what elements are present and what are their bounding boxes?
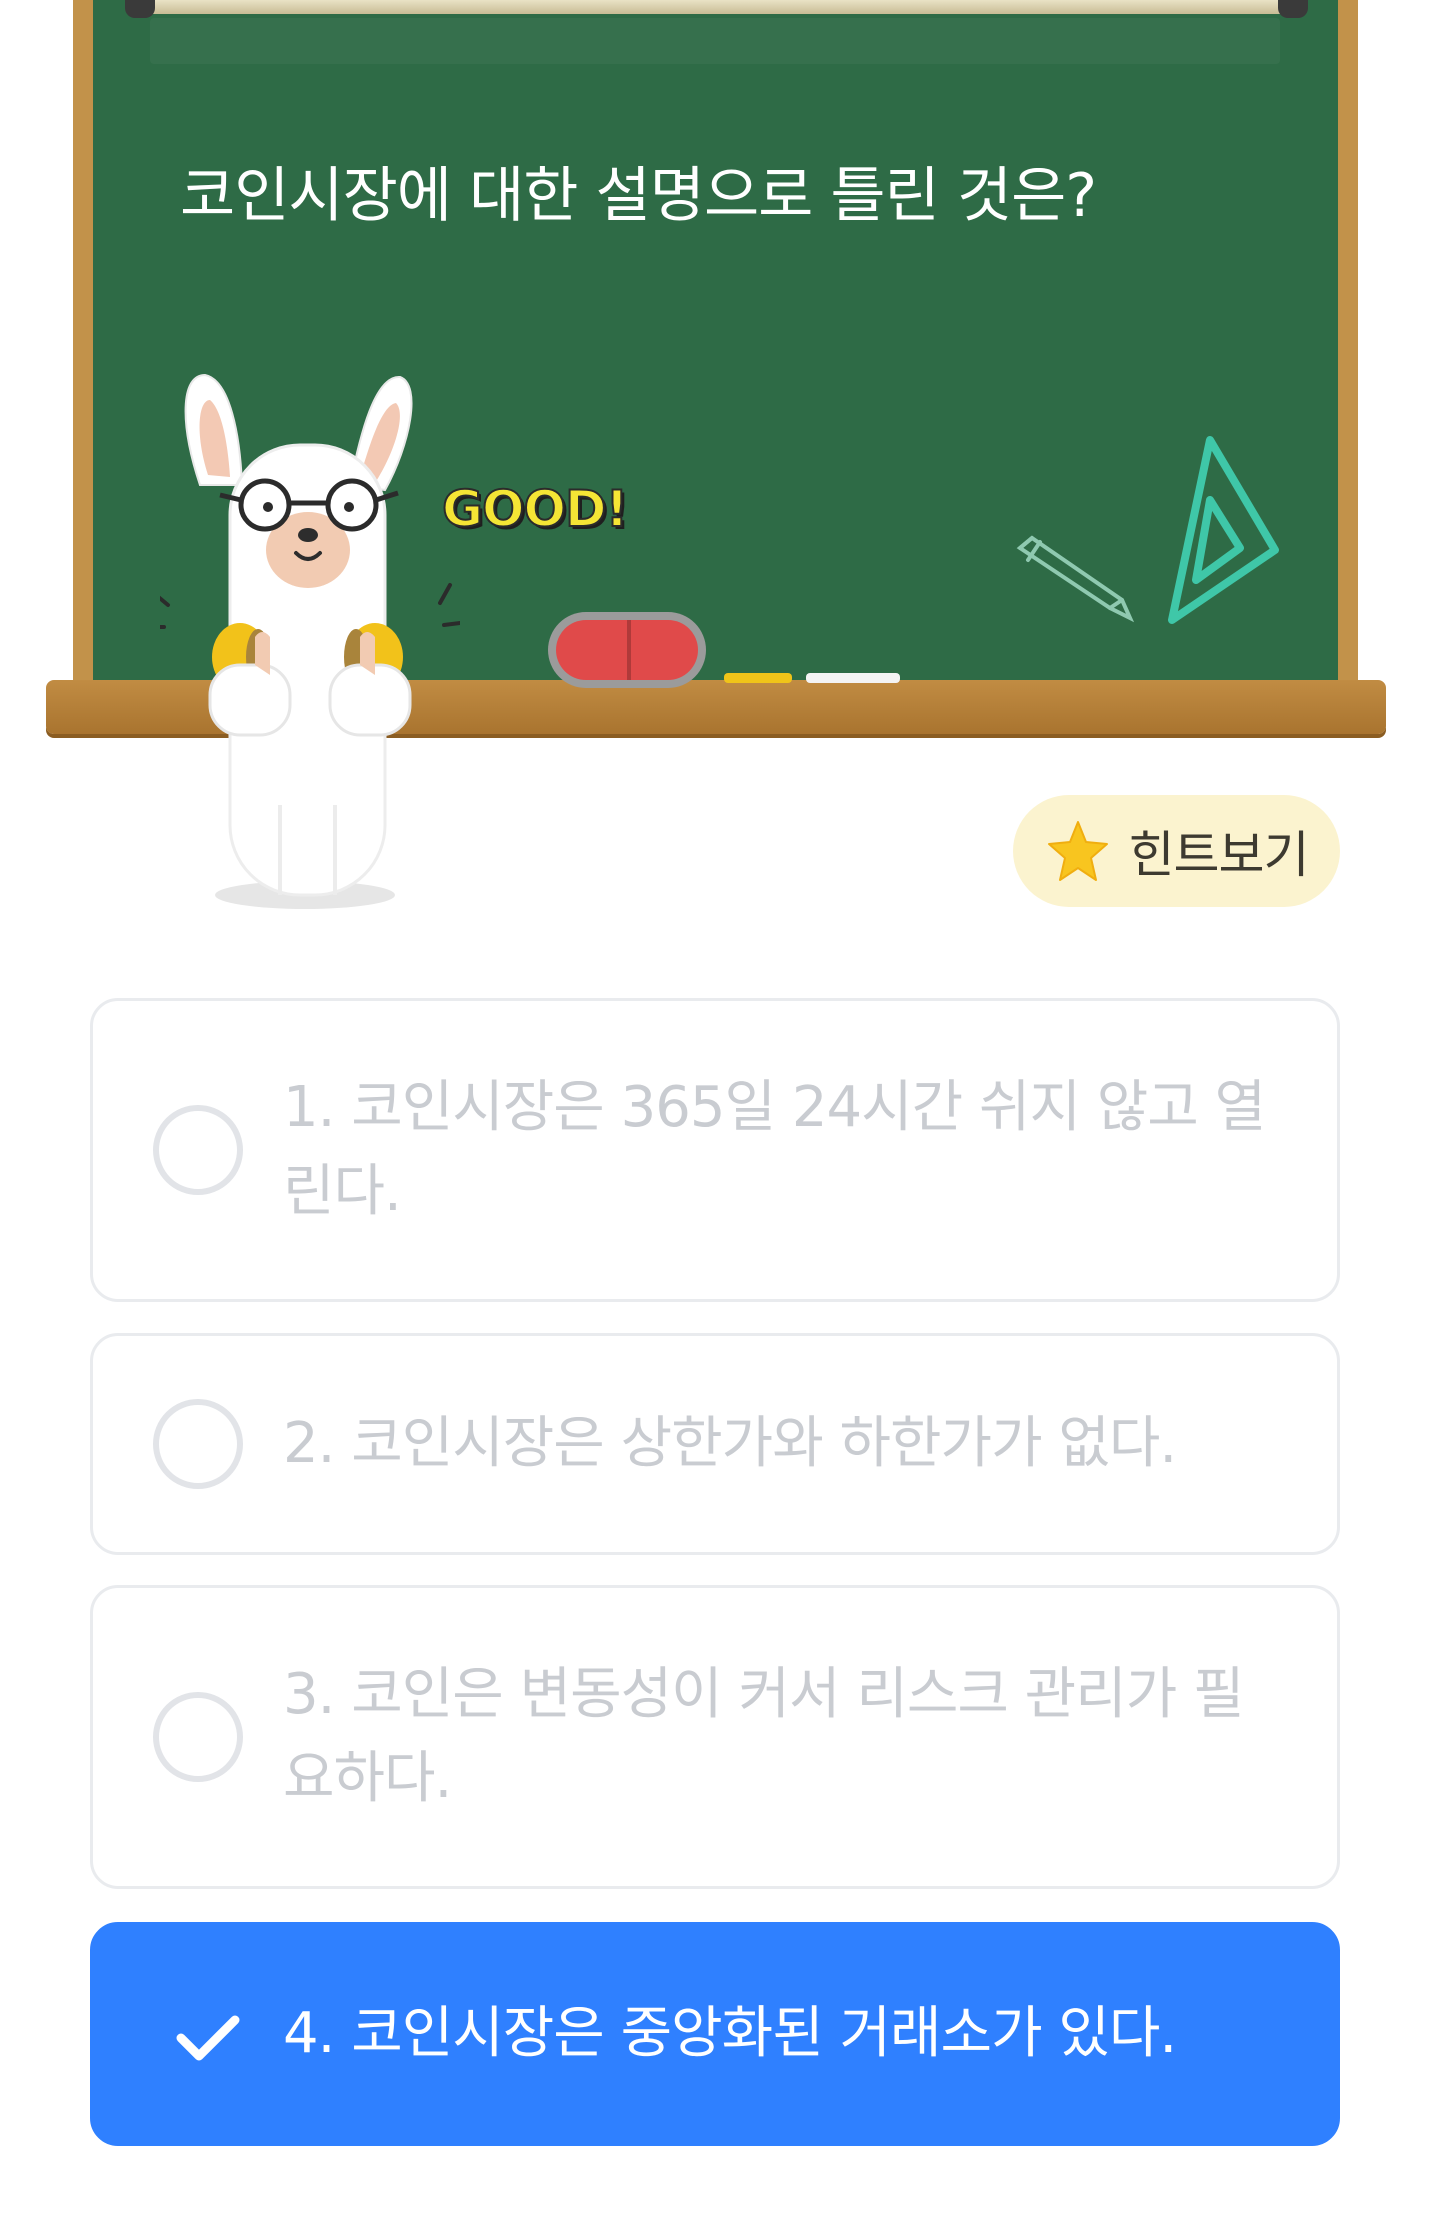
answer-option-text: 3. 코인은 변동성이 커서 리스크 관리가 필요하다. xyxy=(283,1662,1245,1811)
star-icon xyxy=(1047,821,1108,881)
pencil-doodle-icon xyxy=(1016,535,1135,623)
radio-button-icon[interactable] xyxy=(153,1692,243,1782)
answer-option-text: 1. 코인시장은 365일 24시간 쉬지 않고 열린다. xyxy=(283,1075,1266,1224)
radio-button-icon[interactable] xyxy=(153,1399,243,1489)
white-chalk xyxy=(806,673,900,683)
quiz-screen: 코인시장에 대한 설명으로 틀린 것은? GOOD! 힌트보기 1. 코인시장은… xyxy=(0,0,1440,2223)
hint-button-label: 힌트보기 xyxy=(1128,826,1310,884)
llama-mascot-icon xyxy=(160,373,460,909)
answer-option-1[interactable]: 1. 코인시장은 365일 24시간 쉬지 않고 열린다. xyxy=(90,998,1340,1302)
eraser-icon xyxy=(548,612,706,688)
yellow-chalk xyxy=(724,673,792,683)
triangle-ruler-doodle-icon xyxy=(1168,436,1279,624)
radio-button-icon[interactable] xyxy=(153,1105,243,1195)
answer-option-text: 4. 코인시장은 중앙화된 거래소가 있다. xyxy=(283,2001,1177,2066)
answer-option-text: 2. 코인시장은 상한가와 하한가가 없다. xyxy=(283,1411,1177,1476)
answer-option-4[interactable]: 4. 코인시장은 중앙화된 거래소가 있다. xyxy=(90,1922,1340,2146)
chalkboard-rod xyxy=(128,0,1303,14)
answer-option-2[interactable]: 2. 코인시장은 상한가와 하한가가 없다. xyxy=(90,1333,1340,1555)
hint-button[interactable]: 힌트보기 xyxy=(1013,795,1340,907)
question-text: 코인시장에 대한 설명으로 틀린 것은? xyxy=(180,161,1097,231)
good-badge: GOOD! xyxy=(441,479,629,539)
answer-option-3[interactable]: 3. 코인은 변동성이 커서 리스크 관리가 필요하다. xyxy=(90,1585,1340,1889)
check-icon xyxy=(176,2015,240,2061)
